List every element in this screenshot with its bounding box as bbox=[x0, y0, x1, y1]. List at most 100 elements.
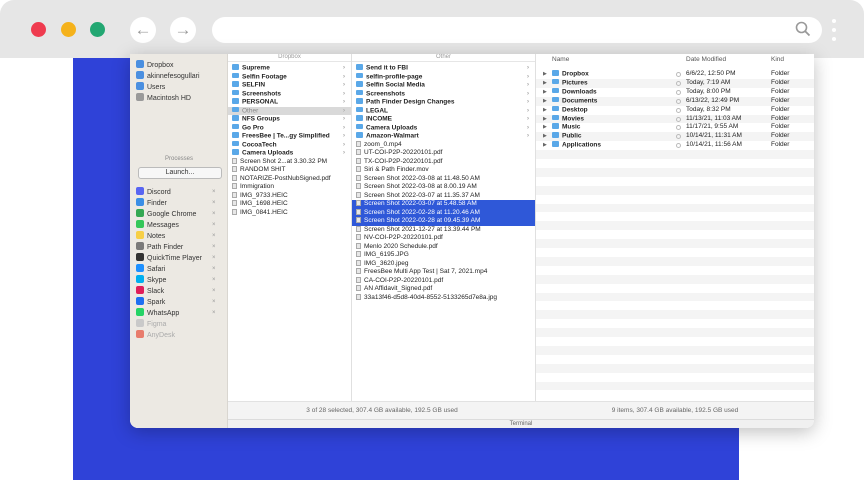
process-item[interactable]: Figma bbox=[136, 319, 166, 330]
detail-row[interactable]: ▶ Downloads Today, 8:00 PM Folder bbox=[536, 87, 814, 97]
more-menu-icon[interactable] bbox=[830, 16, 838, 44]
file-row[interactable]: Menlo 2020 Schedule.pdf bbox=[352, 242, 535, 252]
detail-row[interactable]: ▶ Applications 10/14/21, 11:56 AM Folder bbox=[536, 141, 814, 150]
file-row[interactable]: IMG_9733.HEIC bbox=[228, 191, 351, 201]
file-row[interactable]: IMG_0841.HEIC bbox=[228, 208, 351, 218]
close-process-icon[interactable]: × bbox=[212, 187, 216, 198]
disclosure-triangle-icon[interactable]: ▶ bbox=[543, 97, 547, 106]
disclosure-triangle-icon[interactable]: ▶ bbox=[543, 132, 547, 141]
address-bar[interactable] bbox=[212, 17, 822, 43]
process-item[interactable]: Google Chrome × bbox=[136, 209, 216, 220]
close-process-icon[interactable]: × bbox=[212, 231, 216, 242]
file-row[interactable]: Siri & Path Finder.mov bbox=[352, 166, 535, 175]
file-row[interactable]: Screen Shot 2...at 3.30.32 PM bbox=[228, 157, 351, 167]
sidebar-location[interactable]: Users bbox=[136, 82, 165, 93]
maximize-window-button[interactable] bbox=[90, 22, 105, 37]
folder-row[interactable]: CocoaTech › bbox=[228, 140, 351, 150]
close-process-icon[interactable]: × bbox=[212, 220, 216, 231]
folder-row[interactable]: Path Finder Design Changes › bbox=[352, 98, 535, 107]
file-row[interactable]: Screen Shot 2022-03-07 at 5.48.58 AM bbox=[352, 200, 535, 209]
process-item[interactable]: WhatsApp × bbox=[136, 308, 216, 319]
process-item[interactable]: Messages × bbox=[136, 220, 216, 231]
detail-row[interactable]: ▶ Music 11/17/21, 9:55 AM Folder bbox=[536, 123, 814, 132]
folder-row[interactable]: SELFIN › bbox=[228, 81, 351, 90]
process-item[interactable]: Skype × bbox=[136, 275, 216, 286]
file-row[interactable]: Screen Shot 2022-03-08 at 8.00.19 AM bbox=[352, 183, 535, 192]
folder-row[interactable]: Amazon-Walmart › bbox=[352, 132, 535, 141]
disclosure-triangle-icon[interactable]: ▶ bbox=[543, 106, 547, 115]
disclosure-triangle-icon[interactable]: ▶ bbox=[543, 115, 547, 124]
disclosure-triangle-icon[interactable]: ▶ bbox=[543, 141, 547, 150]
process-item[interactable]: QuickTime Player × bbox=[136, 253, 216, 264]
folder-row[interactable]: FreesBee | Te...gy Simplified › bbox=[228, 132, 351, 141]
folder-row[interactable]: LEGAL › bbox=[352, 106, 535, 116]
folder-row[interactable]: NFS Groups › bbox=[228, 115, 351, 124]
minimize-window-button[interactable] bbox=[61, 22, 76, 37]
process-item[interactable]: Discord × bbox=[136, 187, 216, 198]
file-row[interactable]: UT-COI-P2P-20220101.pdf bbox=[352, 149, 535, 158]
search-icon[interactable] bbox=[794, 20, 812, 38]
file-row[interactable]: CA-COI-P2P-20220101.pdf bbox=[352, 276, 535, 286]
name-column-header[interactable]: Name bbox=[552, 54, 569, 66]
file-row[interactable]: Screen Shot 2021-12-27 at 13.39.44 PM bbox=[352, 225, 535, 235]
close-window-button[interactable] bbox=[31, 22, 46, 37]
sidebar-location[interactable]: Dropbox bbox=[136, 60, 173, 71]
file-row[interactable]: IMG_3620.jpeg bbox=[352, 259, 535, 269]
file-row[interactable]: IMG_1698.HEIC bbox=[228, 200, 351, 209]
file-row[interactable]: 33a13f46-d5d8-40d4-8552-5133265d7e8a.jpg bbox=[352, 293, 535, 303]
close-process-icon[interactable]: × bbox=[212, 253, 216, 264]
disclosure-triangle-icon[interactable]: ▶ bbox=[543, 70, 547, 79]
detail-row[interactable]: ▶ Documents 6/13/22, 12:49 PM Folder bbox=[536, 96, 814, 106]
kind-column-header[interactable]: Kind bbox=[771, 54, 784, 66]
process-item[interactable]: Slack × bbox=[136, 286, 216, 297]
file-row[interactable]: Immigration bbox=[228, 183, 351, 192]
close-process-icon[interactable]: × bbox=[212, 297, 216, 308]
close-process-icon[interactable]: × bbox=[212, 264, 216, 275]
disclosure-triangle-icon[interactable]: ▶ bbox=[543, 79, 547, 88]
terminal-panel[interactable]: Terminal bbox=[228, 419, 814, 428]
detail-row[interactable]: ▶ Movies 11/13/21, 11:03 AM Folder bbox=[536, 114, 814, 124]
folder-row[interactable]: Go Pro › bbox=[228, 123, 351, 133]
file-row[interactable]: NV-COI-P2P-20220101.pdf bbox=[352, 234, 535, 243]
folder-row[interactable]: Camera Uploads › bbox=[352, 123, 535, 133]
back-arrow-icon[interactable]: ← bbox=[130, 17, 156, 43]
folder-row[interactable]: Camera Uploads › bbox=[228, 149, 351, 158]
process-item[interactable]: Notes × bbox=[136, 231, 216, 242]
close-process-icon[interactable]: × bbox=[212, 198, 216, 209]
close-process-icon[interactable]: × bbox=[212, 286, 216, 297]
file-row[interactable]: AN Affidavit_Signed.pdf bbox=[352, 285, 535, 294]
folder-row[interactable]: Selfin Social Media › bbox=[352, 81, 535, 90]
file-row[interactable]: Screen Shot 2022-02-28 at 09.45.39 AM bbox=[352, 217, 535, 226]
file-row[interactable]: zoom_0.mp4 bbox=[352, 140, 535, 150]
folder-row[interactable]: Screenshots › bbox=[228, 89, 351, 99]
close-process-icon[interactable]: × bbox=[212, 308, 216, 319]
process-item[interactable]: Path Finder × bbox=[136, 242, 216, 253]
close-process-icon[interactable]: × bbox=[212, 242, 216, 253]
file-row[interactable]: Screen Shot 2022-03-08 at 11.48.50 AM bbox=[352, 174, 535, 184]
disclosure-triangle-icon[interactable]: ▶ bbox=[543, 123, 547, 132]
sidebar-location[interactable]: Macintosh HD bbox=[136, 93, 191, 104]
folder-row[interactable]: Selfin Footage › bbox=[228, 72, 351, 82]
folder-row[interactable]: Send it to FBI › bbox=[352, 64, 535, 73]
forward-arrow-icon[interactable]: → bbox=[170, 17, 196, 43]
process-item[interactable]: Safari × bbox=[136, 264, 216, 275]
disclosure-triangle-icon[interactable]: ▶ bbox=[543, 88, 547, 97]
file-row[interactable]: FreesBee Multi App Test | Sat 7, 2021.mp… bbox=[352, 268, 535, 277]
file-row[interactable]: Screen Shot 2022-02-28 at 11.20.46 AM bbox=[352, 208, 535, 217]
folder-row[interactable]: Other › bbox=[228, 106, 351, 115]
folder-row[interactable]: selfin-profile-page › bbox=[352, 72, 535, 82]
sidebar-location[interactable]: akinnefesogullari bbox=[136, 71, 200, 82]
close-process-icon[interactable]: × bbox=[212, 275, 216, 286]
folder-row[interactable]: Screenshots › bbox=[352, 89, 535, 99]
detail-row[interactable]: ▶ Dropbox 6/6/22, 12:50 PM Folder bbox=[536, 70, 814, 79]
file-row[interactable]: IMG_6195.JPG bbox=[352, 251, 535, 260]
folder-row[interactable]: INCOME › bbox=[352, 115, 535, 124]
close-process-icon[interactable]: × bbox=[212, 209, 216, 220]
date-column-header[interactable]: Date Modified bbox=[686, 54, 726, 66]
file-row[interactable]: TX-COI-P2P-20220101.pdf bbox=[352, 157, 535, 167]
detail-row[interactable]: ▶ Pictures Today, 7:19 AM Folder bbox=[536, 78, 814, 88]
process-item[interactable]: Spark × bbox=[136, 297, 216, 308]
process-item[interactable]: AnyDesk bbox=[136, 330, 175, 341]
file-row[interactable]: Screen Shot 2022-03-07 at 11.35.37 AM bbox=[352, 191, 535, 201]
folder-row[interactable]: PERSONAL › bbox=[228, 98, 351, 107]
